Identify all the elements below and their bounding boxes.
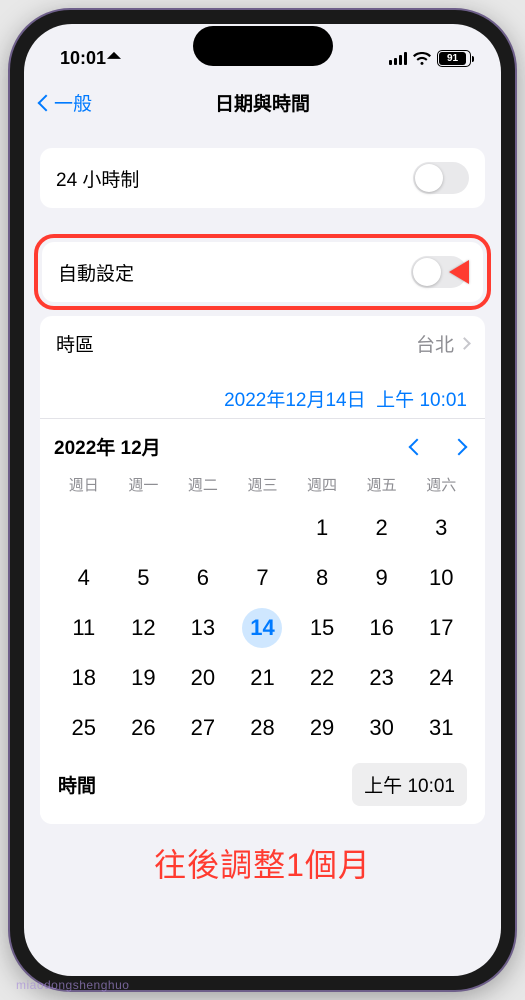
- dynamic-island: [193, 26, 333, 66]
- group-24h: 24 小時制: [40, 148, 485, 208]
- calendar-day[interactable]: 20: [173, 653, 233, 703]
- battery-level: 91: [439, 52, 466, 65]
- calendar-day[interactable]: 13: [173, 603, 233, 653]
- switch-auto-set[interactable]: [411, 256, 467, 288]
- calendar-nav: [411, 441, 471, 453]
- switch-24h[interactable]: [413, 162, 469, 194]
- calendar-day-empty: [54, 503, 114, 553]
- time-label: 時間: [58, 771, 96, 798]
- calendar-day[interactable]: 3: [411, 503, 471, 553]
- calendar-day-empty: [114, 503, 174, 553]
- status-time: 10:01: [60, 48, 106, 69]
- highlight-auto-set: 自動設定: [34, 234, 491, 310]
- calendar-day[interactable]: 6: [173, 553, 233, 603]
- date-text: 2022年12月14日: [224, 390, 366, 411]
- calendar-day[interactable]: 31: [411, 703, 471, 753]
- calendar-header: 2022年 12月: [54, 433, 471, 460]
- page-title: 日期與時間: [215, 89, 310, 116]
- wifi-icon: [413, 51, 431, 65]
- row-24h: 24 小時制: [40, 148, 485, 208]
- calendar-day[interactable]: 16: [352, 603, 412, 653]
- calendar-day[interactable]: 25: [54, 703, 114, 753]
- calendar-week-row: 45678910: [54, 553, 471, 603]
- calendar-day[interactable]: 12: [114, 603, 174, 653]
- weekday-label: 週日: [54, 474, 114, 495]
- time-picker[interactable]: 上午 10:01: [352, 763, 467, 806]
- row-timezone[interactable]: 時區 台北: [40, 316, 485, 371]
- calendar-day[interactable]: 29: [292, 703, 352, 753]
- chevron-left-icon: [38, 94, 55, 111]
- calendar-day[interactable]: 4: [54, 553, 114, 603]
- calendar-day[interactable]: 24: [411, 653, 471, 703]
- calendar-prev-button[interactable]: [409, 438, 426, 455]
- screen: 10:01 ◤ 91 一般 日期與時間: [24, 24, 501, 976]
- timezone-text: 台北: [416, 330, 454, 357]
- calendar-week-row: 123: [54, 503, 471, 553]
- calendar-day[interactable]: 19: [114, 653, 174, 703]
- weekday-row: 週日週一週二週三週四週五週六: [54, 468, 471, 503]
- calendar-day[interactable]: 27: [173, 703, 233, 753]
- weekday-label: 週五: [352, 474, 412, 495]
- calendar-day[interactable]: 30: [352, 703, 412, 753]
- label-auto-set: 自動設定: [58, 259, 134, 286]
- calendar-week-row: 11121314151617: [54, 603, 471, 653]
- cellular-icon: [389, 52, 407, 65]
- calendar-day[interactable]: 14: [233, 603, 293, 653]
- weekday-label: 週四: [292, 474, 352, 495]
- calendar-day[interactable]: 1: [292, 503, 352, 553]
- calendar-grid: 1234567891011121314151617181920212223242…: [54, 503, 471, 753]
- calendar-day[interactable]: 15: [292, 603, 352, 653]
- calendar-next-button[interactable]: [451, 438, 468, 455]
- content: 24 小時制 自動設定 時區: [24, 148, 501, 892]
- switch-knob: [415, 164, 443, 192]
- back-label: 一般: [54, 89, 92, 116]
- calendar-day[interactable]: 5: [114, 553, 174, 603]
- phone-frame: 10:01 ◤ 91 一般 日期與時間: [10, 10, 515, 990]
- switch-knob: [413, 258, 441, 286]
- calendar: 2022年 12月 週日週一週二週三週四週五週六 123456789101112…: [40, 418, 485, 824]
- calendar-day[interactable]: 11: [54, 603, 114, 653]
- time-text: 上午 10:01: [376, 390, 467, 411]
- calendar-day[interactable]: 28: [233, 703, 293, 753]
- datetime-display[interactable]: 2022年12月14日 上午 10:01: [40, 371, 485, 418]
- status-right: 91: [389, 50, 471, 67]
- value-timezone: 台北: [416, 330, 469, 357]
- calendar-day[interactable]: 2: [352, 503, 412, 553]
- weekday-label: 週三: [233, 474, 293, 495]
- watermark: miaodongshenghuo: [16, 978, 129, 992]
- calendar-day[interactable]: 17: [411, 603, 471, 653]
- calendar-day[interactable]: 7: [233, 553, 293, 603]
- weekday-label: 週六: [411, 474, 471, 495]
- location-icon: ◤: [106, 50, 122, 66]
- calendar-month-title: 2022年 12月: [54, 433, 161, 460]
- calendar-week-row: 25262728293031: [54, 703, 471, 753]
- annotation-text: 往後調整1個月: [24, 824, 501, 892]
- nav-bar: 一般 日期與時間: [24, 80, 501, 126]
- status-left: 10:01 ◤: [60, 48, 119, 69]
- label-timezone: 時區: [56, 330, 94, 357]
- calendar-day-empty: [233, 503, 293, 553]
- chevron-right-icon: [458, 337, 471, 350]
- calendar-day[interactable]: 9: [352, 553, 412, 603]
- back-button[interactable]: 一般: [40, 89, 92, 116]
- weekday-label: 週二: [173, 474, 233, 495]
- weekday-label: 週一: [114, 474, 174, 495]
- calendar-day[interactable]: 22: [292, 653, 352, 703]
- calendar-day[interactable]: 10: [411, 553, 471, 603]
- calendar-day[interactable]: 23: [352, 653, 412, 703]
- calendar-day[interactable]: 26: [114, 703, 174, 753]
- calendar-day-empty: [173, 503, 233, 553]
- time-row: 時間 上午 10:01: [54, 753, 471, 816]
- calendar-day[interactable]: 18: [54, 653, 114, 703]
- battery-icon: 91: [437, 50, 471, 67]
- calendar-day[interactable]: 21: [233, 653, 293, 703]
- calendar-day[interactable]: 8: [292, 553, 352, 603]
- group-timezone: 時區 台北 2022年12月14日 上午 10:01 2022年 12月: [40, 316, 485, 824]
- row-auto-set: 自動設定: [42, 242, 483, 302]
- cursor-arrow-icon: [449, 260, 469, 284]
- calendar-week-row: 18192021222324: [54, 653, 471, 703]
- label-24h: 24 小時制: [56, 165, 139, 192]
